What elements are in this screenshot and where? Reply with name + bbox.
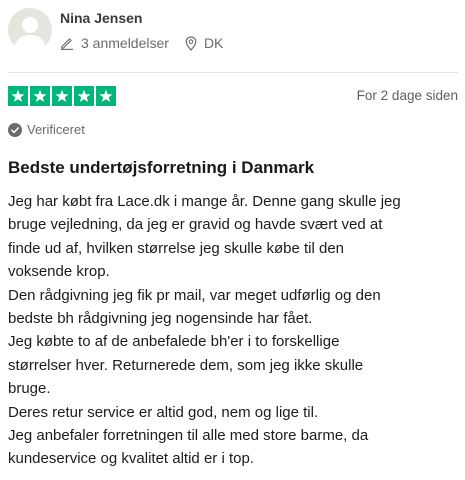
header-divider: [8, 72, 458, 73]
review-body-line: størrelser hver. Returnerede dem, som je…: [8, 356, 364, 374]
review-body-line: bruge.: [8, 380, 51, 398]
review-body-line: Jeg købte to af de anbefalede bh'er i to…: [8, 333, 340, 351]
review-body-line: Den rådgivning jeg fik pr mail, var mege…: [8, 286, 381, 304]
star-icon: [96, 86, 116, 106]
review-body: Jeg har købt fra Lace.dk i mange år. Den…: [8, 190, 460, 471]
review-body-line: bedste bh rådgivning jeg nogensinde har …: [8, 310, 313, 328]
review-title[interactable]: Bedste undertøjsforretning i Danmark: [8, 158, 458, 178]
verified-badge[interactable]: Verificeret: [8, 122, 85, 137]
review-date: For 2 dage siden: [356, 88, 458, 103]
review-body-line: finde ud af, hvilken størrelse jeg skull…: [8, 239, 344, 257]
star-rating: [8, 86, 118, 106]
star-icon: [74, 86, 94, 106]
review-body-line: kundeservice og kvalitet altid er i top.: [8, 450, 254, 468]
reviewer-header: Nina Jensen 3 anmeldelser DK: [8, 8, 458, 60]
review-count: 3 anmeldelser: [60, 35, 169, 51]
user-silhouette-icon[interactable]: [8, 8, 52, 52]
pencil-icon: [60, 36, 74, 50]
review-body-line: Jeg anbefaler forretningen til alle med …: [8, 427, 369, 445]
star-icon: [30, 86, 50, 106]
location-pin-icon: [185, 35, 197, 51]
reviewer-country: DK: [185, 35, 223, 51]
review-body-line: Jeg har købt fra Lace.dk i mange år. Den…: [8, 193, 401, 210]
review-body-line: voksende krop.: [8, 263, 110, 281]
star-icon: [52, 86, 72, 106]
review-count-label: 3 anmeldelser: [81, 35, 169, 51]
reviewer-name[interactable]: Nina Jensen: [60, 10, 142, 26]
review-body-line: bruge vejledning, da jeg er gravid og ha…: [8, 216, 383, 234]
country-label: DK: [203, 35, 224, 51]
check-circle-icon: [8, 122, 22, 137]
review-card: Nina Jensen 3 anmeldelser DK For 2 dage …: [0, 0, 465, 480]
review-body-line: Deres retur service er altid god, nem og…: [8, 403, 319, 421]
reviewer-meta: 3 anmeldelser DK: [60, 34, 223, 52]
verified-label: Verificeret: [27, 122, 85, 137]
star-icon: [8, 86, 28, 106]
